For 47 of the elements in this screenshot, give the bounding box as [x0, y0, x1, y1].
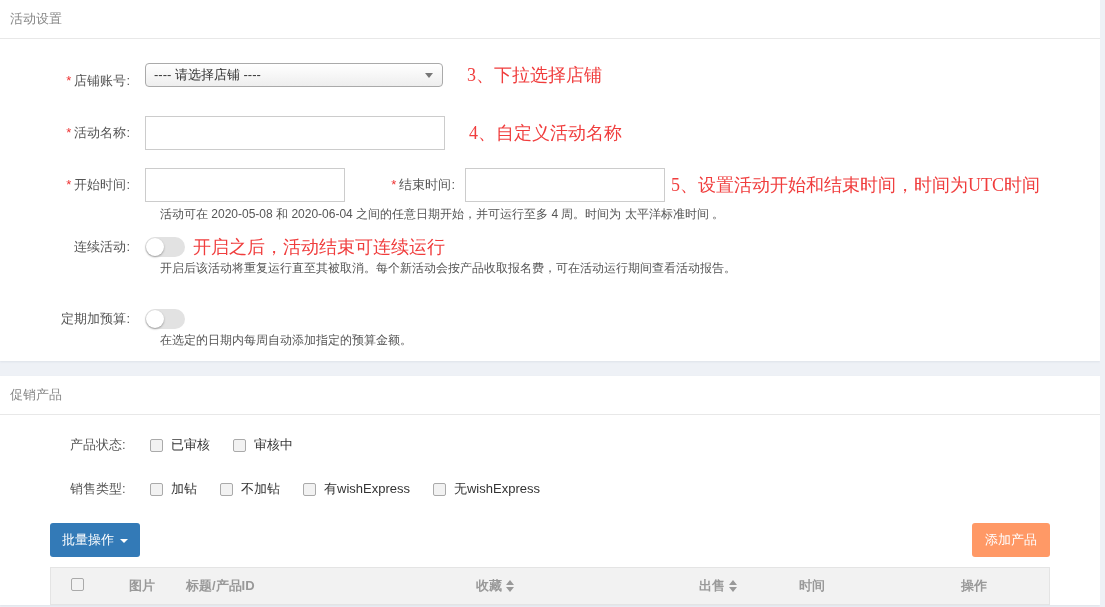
filter-checkbox[interactable]: 无wishExpress	[432, 480, 540, 498]
checkbox[interactable]	[150, 482, 163, 496]
help-text: 活动可在 2020-05-08 和 2020-06-04 之间的任意日期开始，并可运行至多 4 周。时间为 太平洋标准时间 。	[160, 206, 726, 223]
filter-checkbox[interactable]: 已审核	[150, 436, 210, 454]
annotation-text: 开启之后，活动结束可连续运行	[193, 236, 445, 259]
checkbox[interactable]	[303, 482, 316, 496]
end-time-input[interactable]	[465, 168, 665, 202]
column-header: 时间	[799, 577, 825, 595]
filter-label: 产品状态:	[69, 436, 127, 454]
help-text: 开启后该活动将重复运行直至其被取消。每个新活动会按产品收取报名费，可在活动运行期间查看活动报告。	[160, 260, 737, 277]
annotation-text: 3、下拉选择店铺	[467, 64, 602, 87]
field-label: * 开始时间:	[65, 176, 131, 194]
toggle-switch[interactable]	[145, 237, 185, 257]
panel-title: 活动设置	[0, 0, 1100, 39]
column-header: 出售	[699, 577, 725, 595]
column-header: 操作	[961, 577, 987, 595]
sort-icon[interactable]	[729, 580, 737, 592]
bulk-actions-button[interactable]: 批量操作	[50, 523, 140, 557]
start-time-input[interactable]	[145, 168, 345, 202]
help-text: 在选定的日期内每周自动添加指定的预算金额。	[160, 332, 413, 349]
column-header: 标题/产品ID	[186, 577, 255, 595]
checkbox[interactable]	[432, 482, 446, 496]
select-all-checkbox[interactable]	[71, 578, 84, 591]
field-label: * 活动名称:	[65, 124, 131, 142]
store-dropdown[interactable]: ---- 请选择店铺 ----	[145, 63, 443, 87]
field-label: * 结束时间:	[390, 176, 456, 194]
field-label: 连续活动:	[73, 238, 131, 256]
field-label: * 店铺账号:	[65, 72, 131, 90]
annotation-text: 4、自定义活动名称	[469, 122, 622, 145]
column-header: 图片	[129, 577, 155, 595]
name-input[interactable]	[145, 116, 445, 150]
caret-icon	[425, 73, 433, 78]
filter-checkbox[interactable]: 加钻	[150, 480, 197, 498]
sort-icon[interactable]	[506, 580, 514, 592]
filter-checkbox[interactable]: 不加钻	[220, 480, 280, 498]
checkbox[interactable]	[220, 482, 233, 496]
toggle-switch[interactable]	[145, 309, 185, 329]
filter-label: 销售类型:	[69, 480, 127, 498]
caret-icon	[120, 538, 128, 543]
panel-title: 促销产品	[0, 376, 1100, 415]
column-header: 收藏	[476, 577, 502, 595]
field-label: 定期加预算:	[60, 310, 131, 328]
annotation-text: 5、设置活动开始和结束时间，时间为UTC时间	[671, 174, 1040, 197]
checkbox[interactable]	[150, 438, 163, 452]
filter-checkbox[interactable]: 审核中	[233, 436, 293, 454]
checkbox[interactable]	[233, 438, 246, 452]
filter-checkbox[interactable]: 有wishExpress	[303, 480, 410, 498]
